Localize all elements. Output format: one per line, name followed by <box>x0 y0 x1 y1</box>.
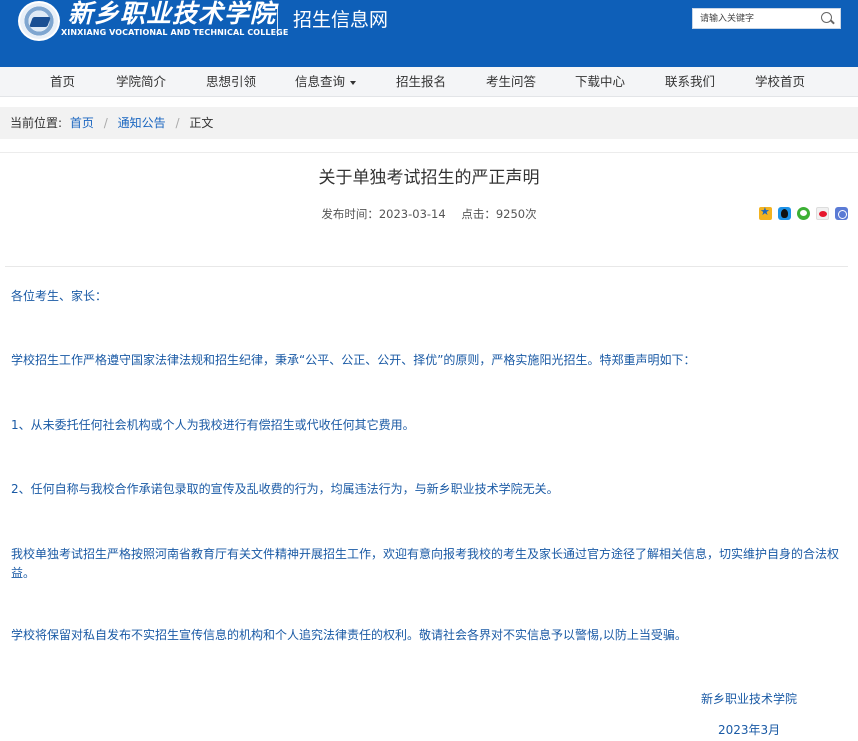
header-divider <box>277 4 278 36</box>
logo-chinese-name[interactable]: 新乡职业技术学院 <box>68 0 276 28</box>
qq-share-icon[interactable] <box>778 207 791 220</box>
click-count: 点击：9250次 <box>461 207 537 221</box>
nav-item-contact[interactable]: 联系我们 <box>665 67 715 97</box>
article-title: 关于单独考试招生的严正声明 <box>318 168 540 188</box>
breadcrumb-separator: / <box>103 116 108 130</box>
nav-item-home[interactable]: 首页 <box>50 67 75 97</box>
wechat-share-icon[interactable] <box>797 207 810 220</box>
divider <box>5 266 848 267</box>
site-name: 招生信息网 <box>293 9 389 31</box>
article-paragraph: 我校单独考试招生严格按照河南省教育厅有关文件精神开展招生工作，欢迎有意向报考我校… <box>11 547 840 580</box>
breadcrumb-label: 当前位置: <box>10 116 63 130</box>
article-signature: 新乡职业技术学院 <box>701 692 798 706</box>
search-icon[interactable] <box>821 12 832 23</box>
breadcrumb: 当前位置: 首页 / 通知公告 / 正文 <box>0 107 858 139</box>
college-emblem-icon[interactable] <box>18 1 60 41</box>
divider <box>0 152 858 153</box>
article-paragraph: 各位考生、家长： <box>11 289 108 303</box>
site-header: 新乡职业技术学院 XINXIANG VOCATIONAL AND TECHNIC… <box>0 0 858 67</box>
nav-item-qa[interactable]: 考生问答 <box>486 67 536 97</box>
nav-item-downloads[interactable]: 下载中心 <box>575 67 625 97</box>
weibo-share-icon[interactable] <box>816 207 829 220</box>
nav-item-enroll[interactable]: 招生报名 <box>396 67 446 97</box>
logo-english-name[interactable]: XINXIANG VOCATIONAL AND TECHNICAL COLLEG… <box>61 28 288 38</box>
breadcrumb-link-notices[interactable]: 通知公告 <box>118 116 166 130</box>
more-share-icon[interactable] <box>835 207 848 220</box>
chevron-down-icon <box>350 80 357 85</box>
article-paragraph: 学校招生工作严格遵守国家法律法规和招生纪律，秉承“公平、公正、公开、择优”的原则… <box>11 353 696 367</box>
article-paragraph: 1、从未委托任何社会机构或个人为我校进行有偿招生或代收任何其它费用。 <box>11 418 415 432</box>
nav-item-query-label: 信息查询 <box>295 74 346 89</box>
nav-item-ideology[interactable]: 思想引领 <box>206 67 256 97</box>
search-input[interactable] <box>693 9 815 28</box>
search-box <box>692 8 841 29</box>
article-meta: 发布时间：2023-03-14 点击：9250次 <box>0 206 858 222</box>
breadcrumb-separator: / <box>175 116 180 130</box>
breadcrumb-link-home[interactable]: 首页 <box>70 116 94 130</box>
article-paragraph: 2、任何自称与我校合作承诺包录取的宣传及乱收费的行为，均属违法行为，与新乡职业技… <box>11 482 559 496</box>
main-nav: 首页 学院简介 思想引领 信息查询 招生报名 考生问答 下载中心 联系我们 学校… <box>0 67 858 97</box>
breadcrumb-current: 正文 <box>189 116 214 130</box>
nav-item-about[interactable]: 学院简介 <box>116 67 166 97</box>
publish-time: 发布时间：2023-03-14 <box>321 207 446 221</box>
nav-item-school-home[interactable]: 学校首页 <box>755 67 805 97</box>
nav-item-query[interactable]: 信息查询 <box>295 67 357 97</box>
qzone-share-icon[interactable] <box>759 205 772 220</box>
article-date: 2023年3月 <box>718 723 781 737</box>
article-paragraph: 学校将保留对私自发布不实招生宣传信息的机构和个人追究法律责任的权利。敬请社会各界… <box>11 628 687 642</box>
